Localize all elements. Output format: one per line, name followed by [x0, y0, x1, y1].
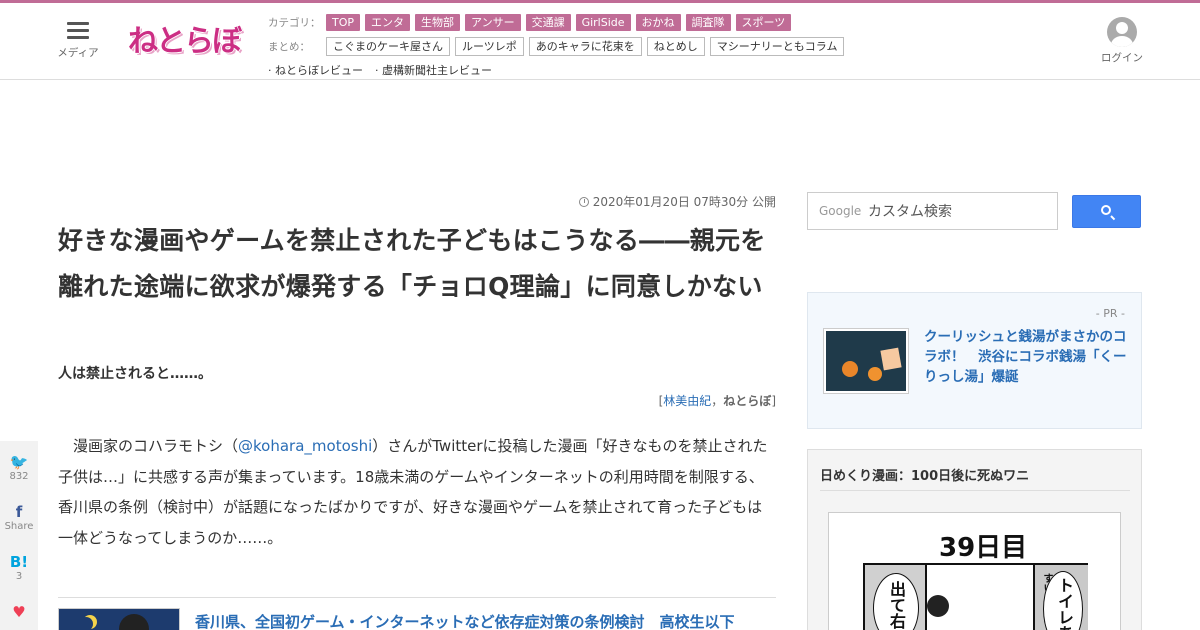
share-twitter[interactable]: 🐦 832 [0, 453, 38, 482]
facebook-icon: f [15, 503, 23, 521]
category-top[interactable]: TOP [326, 13, 361, 31]
manga-text: 出て右 [887, 581, 906, 629]
clock-icon [578, 197, 589, 207]
menu-button[interactable]: メディア [56, 21, 100, 60]
share-count: 3 [15, 571, 23, 582]
divider [820, 490, 1130, 491]
share-pocket[interactable]: ♥ [0, 603, 38, 621]
manga-image[interactable]: 39日目 出て右 すいません トイレあ [828, 512, 1121, 630]
share-count: 832 [9, 471, 29, 482]
share-bar: 🐦 832 f Share B! 3 ♥ [0, 441, 38, 630]
matome-item[interactable]: あのキャラに花束を [528, 36, 642, 56]
manga-widget: 日めくり漫画：100日後に死ぬワニ 39日目 出て右 すいません トイレあ [807, 449, 1142, 630]
manga-title: 日めくり漫画：100日後に死ぬワニ [820, 469, 1030, 484]
article-body: 漫画家のコハラモトシ（@kohara_motoshi）さんがTwitterに投稿… [58, 437, 768, 547]
matome-item[interactable]: ねとめし [646, 36, 705, 56]
login-label: ログイン [1101, 52, 1143, 64]
share-count: Share [4, 521, 34, 532]
hamburger-icon [67, 21, 89, 39]
related-article-title[interactable]: 香川県、全国初ゲーム・インターネットなど依存症対策の条例検討 高校生以下 [195, 611, 735, 630]
twitter-handle-link[interactable]: @kohara_motoshi [238, 437, 372, 455]
article-subtitle: 人は禁止されると……。 [58, 366, 212, 382]
category-okane[interactable]: おかね [635, 13, 681, 31]
manga-day: 39日目 [939, 533, 1028, 563]
moon-icon [79, 617, 93, 630]
pr-box: - PR - クーリッシュと銭湯がまさかのコラボ！ 渋谷にコラボ銭湯「くーりっし… [807, 292, 1142, 429]
twitter-icon: 🐦 [9, 453, 29, 471]
byline: [林美由紀，ねとらぼ] [658, 394, 776, 408]
category-label: カテゴリ： [268, 16, 321, 29]
publish-date: 2020年01月20日 07時30分 公開 [578, 193, 776, 210]
related-thumbnail[interactable] [58, 608, 180, 630]
category-enta[interactable]: エンタ [365, 13, 411, 31]
site-header: メディア ねとらぼ カテゴリ： TOP エンタ 生物部 アンサー 交通課 Gir… [0, 3, 1200, 80]
search-input[interactable] [868, 202, 1048, 222]
review-link[interactable]: · 虚構新聞社主レビュー [375, 62, 492, 78]
pr-label: - PR - [1095, 307, 1125, 320]
search-button[interactable] [1072, 195, 1141, 228]
manga-panel: 出て右 すいません トイレあ [863, 563, 1088, 630]
matome-row: まとめ： こぐまのケーキ屋さん ルーツレポ あのキャラに花束を ねとめし マシー… [268, 34, 849, 58]
category-sports[interactable]: スポーツ [735, 13, 792, 31]
category-row: カテゴリ： TOP エンタ 生物部 アンサー 交通課 GirlSide おかね … [268, 10, 849, 34]
review-link[interactable]: · ねとらぼレビュー [268, 62, 363, 78]
matome-item[interactable]: ルーツレポ [455, 36, 524, 56]
search-box: Google [807, 192, 1058, 230]
share-facebook[interactable]: f Share [0, 503, 38, 532]
login-button[interactable]: ログイン [1100, 17, 1144, 65]
pocket-icon: ♥ [12, 603, 26, 621]
category-koutsuu[interactable]: 交通課 [525, 13, 571, 31]
category-seibutsu[interactable]: 生物部 [415, 13, 461, 31]
matome-item[interactable]: こぐまのケーキ屋さん [326, 36, 450, 56]
category-girlside[interactable]: GirlSide [575, 13, 631, 31]
category-answer[interactable]: アンサー [465, 13, 521, 31]
category-chousatai[interactable]: 調査隊 [685, 13, 731, 31]
manga-text: トイレあ [1055, 577, 1074, 630]
menu-label: メディア [57, 47, 99, 59]
share-hatena[interactable]: B! 3 [0, 553, 38, 582]
user-avatar-icon [1107, 17, 1137, 47]
site-logo[interactable]: ねとらぼ [128, 16, 242, 60]
pr-thumbnail[interactable] [824, 329, 908, 393]
matome-item[interactable]: マシーナリーともコラム [709, 36, 845, 56]
publisher-name: ねとらぼ [723, 394, 772, 408]
matome-label: まとめ： [268, 40, 310, 53]
article-title: 好きな漫画やゲームを禁止された子どもはこうなる――親元を離れた途端に欲求が爆発す… [58, 226, 766, 301]
crocodile-figure [927, 595, 949, 617]
related-article[interactable]: 香川県、全国初ゲーム・インターネットなど依存症対策の条例検討 高校生以下 [58, 597, 776, 630]
author-link[interactable]: 林美由紀 [663, 394, 711, 408]
category-nav: カテゴリ： TOP エンタ 生物部 アンサー 交通課 GirlSide おかね … [268, 10, 849, 82]
review-row: · ねとらぼレビュー · 虚構新聞社主レビュー [268, 58, 849, 82]
google-logo: Google [819, 204, 862, 218]
pr-title-link[interactable]: クーリッシュと銭湯がまさかのコラボ！ 渋谷にコラボ銭湯「くーりっし湯」爆誕 [924, 327, 1134, 387]
hatena-icon: B! [9, 553, 29, 571]
search-icon [1101, 205, 1111, 215]
